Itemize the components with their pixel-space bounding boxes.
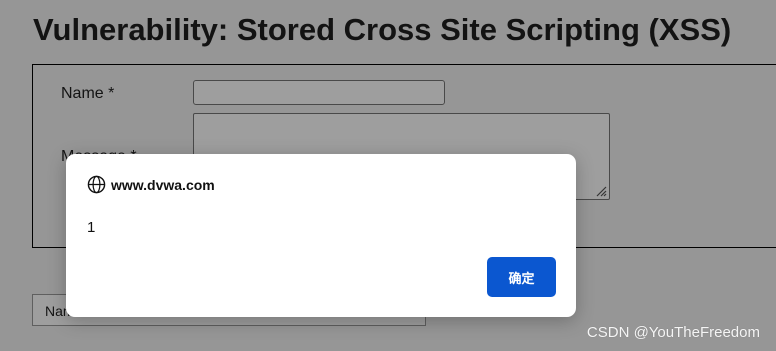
watermark: CSDN @YouTheFreedom [586,324,760,341]
alert-dialog: www.dvwa.com 1 确定 [66,154,576,317]
dialog-origin: www.dvwa.com [111,177,215,193]
ok-button[interactable]: 确定 [487,257,556,297]
globe-icon [87,175,106,194]
dialog-message: 1 [87,219,96,236]
